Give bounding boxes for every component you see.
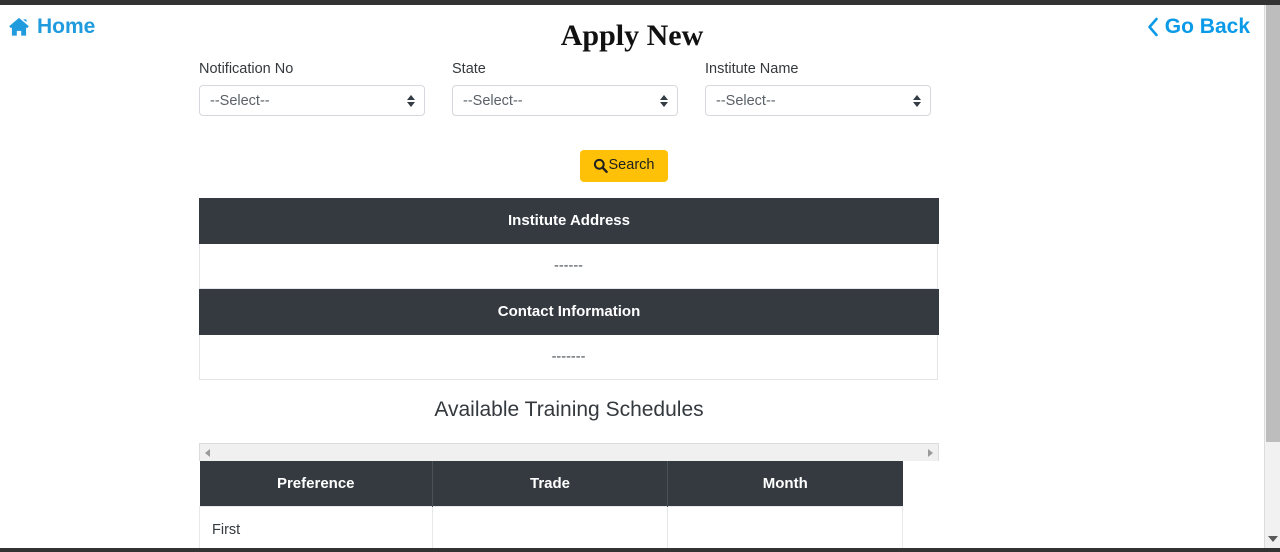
search-button-label: Search [608,157,655,173]
column-header-preference[interactable]: Preference [199,461,433,506]
search-button-container: Search [0,150,1248,182]
search-icon [593,158,608,174]
column-header-trade[interactable]: Trade [432,461,668,506]
institute-name-value: --Select-- [716,92,776,109]
chevron-updown-icon [407,94,415,107]
browser-bottom-edge [0,548,1280,552]
available-training-schedules-title: Available Training Schedules [434,398,704,421]
schedules-table: Preference Trade Month First [199,461,903,552]
table-row: First [199,505,903,552]
scroll-down-arrow-icon[interactable] [1268,536,1278,542]
institute-name-select[interactable]: --Select-- [705,85,931,116]
institute-address-header: Institute Address [199,198,939,244]
cell-trade [432,505,668,552]
search-filters: Notification No --Select-- State --Selec… [199,60,931,116]
column-header-month[interactable]: Month [667,461,903,506]
page-title: Apply New [560,19,704,52]
notification-no-select[interactable]: --Select-- [199,85,425,116]
cell-preference: First [199,505,433,552]
browser-viewport: Home Apply New Go Back Notification No -… [0,0,1280,552]
notification-no-label: Notification No [199,61,294,77]
state-label: State [452,61,486,77]
chevron-updown-icon [913,94,921,107]
scroll-left-arrow-icon[interactable] [205,449,210,457]
notification-no-value: --Select-- [210,92,270,109]
institute-address-value: ------ [199,244,938,289]
page-vertical-scrollbar[interactable] [1264,5,1280,548]
contact-information-header: Contact Information [199,289,939,335]
field-institute-name: Institute Name --Select-- [705,60,931,116]
institute-info-table: Institute Address ------ Contact Informa… [199,198,939,380]
go-back-label: Go Back [1164,15,1250,38]
state-value: --Select-- [463,92,523,109]
contact-information-value: ------- [199,335,938,380]
field-state: State --Select-- [452,60,678,116]
schedules-table-container: Preference Trade Month First [199,443,939,552]
schedules-horizontal-scrollbar[interactable] [199,443,939,461]
institute-name-label: Institute Name [705,61,799,77]
page-header: Home Apply New Go Back [0,5,1264,52]
table-header-row: Preference Trade Month [199,461,903,506]
chevron-left-icon [1147,17,1159,37]
state-select[interactable]: --Select-- [452,85,678,116]
field-notification-no: Notification No --Select-- [199,60,425,116]
scroll-right-arrow-icon[interactable] [928,449,933,457]
go-back-link[interactable]: Go Back [1147,15,1250,39]
vertical-scrollbar-thumb[interactable] [1266,5,1280,442]
search-button[interactable]: Search [579,150,669,182]
cell-month [667,505,903,552]
page-content: Home Apply New Go Back Notification No -… [0,5,1264,552]
chevron-updown-icon [660,94,668,107]
